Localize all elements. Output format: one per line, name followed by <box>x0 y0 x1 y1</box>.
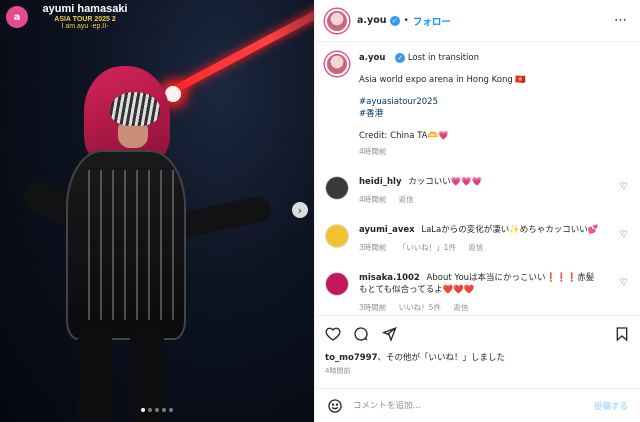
post-timestamp[interactable]: 4時間前 <box>315 363 640 376</box>
comment-avatar[interactable] <box>325 176 349 200</box>
carousel-indicators <box>0 408 314 412</box>
comment-item: ayumi_avex LaLaからの変化が凄い✨めちゃカッコいい💕 3時間前 「… <box>325 224 628 254</box>
comment-text: LaLaからの変化が凄い✨めちゃカッコいい💕 <box>421 225 599 235</box>
carousel-dot <box>141 408 145 412</box>
comment-meta: 3時間前 「いいね！」1件 返信 <box>359 242 599 254</box>
comment-text: カッコいい💗💗💗 <box>408 177 483 187</box>
comment-time[interactable]: 3時間前 <box>359 303 386 312</box>
carousel-dot <box>148 408 152 412</box>
tour-title-overlay: ayumi hamasaki ASIA TOUR 2025 2 I am ayu… <box>30 3 140 30</box>
caption-line-2: Asia world expo arena in Hong Kong 🇭🇰 <box>359 75 527 85</box>
comment-username[interactable]: heidi_hly <box>359 177 401 187</box>
comments-section[interactable]: a.you ✓ Lost in transition Asia world ex… <box>315 42 640 315</box>
comment-item: heidi_hly カッコいい💗💗💗 4時間前 返信 ♡ <box>325 176 628 206</box>
comment-likes[interactable]: 「いいね！」1件 <box>399 243 456 252</box>
comment-input[interactable] <box>353 400 594 411</box>
chevron-right-icon: › <box>297 203 303 217</box>
comment-username[interactable]: misaka.1002 <box>359 273 420 283</box>
reply-button[interactable]: 返信 <box>453 303 468 312</box>
add-comment-bar: 投稿する <box>315 388 640 422</box>
comment-body: ayumi_avex LaLaからの変化が凄い✨めちゃカッコいい💕 3時間前 「… <box>359 224 599 254</box>
carousel-dot <box>169 408 173 412</box>
follow-button[interactable]: フォロー <box>413 14 451 28</box>
caption-username[interactable]: a.you <box>359 53 385 63</box>
emoji-icon[interactable] <box>327 398 343 414</box>
carousel-dot <box>162 408 166 412</box>
heart-icon[interactable]: ♡ <box>620 278 628 288</box>
caption-avatar[interactable] <box>325 52 349 76</box>
caption-line-1: Lost in transition <box>407 53 480 63</box>
post-header: a.you ✓ • フォロー ⋯ <box>315 0 640 42</box>
next-slide-button[interactable]: › <box>292 202 308 218</box>
post-comment-button[interactable]: 投稿する <box>594 400 628 412</box>
comment-username[interactable]: ayumi_avex <box>359 225 415 235</box>
avatar[interactable] <box>325 8 349 33</box>
header-separator: • <box>403 15 409 26</box>
post-side-panel: a.you ✓ • フォロー ⋯ a.you ✓ Lost in transit… <box>314 0 640 422</box>
comment-meta: 3時間前 いいね！5件 返信 <box>359 302 599 314</box>
likes-summary: to_mo7997、その他が「いいね！」しました <box>315 351 640 363</box>
comment-body: misaka.1002 About Youは本当にかっこいい❗❗❗赤髪もとても似… <box>359 272 599 314</box>
verified-icon: ✓ <box>395 53 406 63</box>
more-options-icon[interactable]: ⋯ <box>614 13 628 28</box>
verified-icon: ✓ <box>389 15 400 26</box>
tour-title: ayumi hamasaki <box>42 3 128 15</box>
action-bar <box>315 315 640 351</box>
laser-beam <box>168 0 314 96</box>
liker-username[interactable]: to_mo7997 <box>325 353 378 363</box>
comment-meta: 4時間前 返信 <box>359 194 599 206</box>
heart-icon[interactable]: ♡ <box>620 230 628 240</box>
comment-body: heidi_hly カッコいい💗💗💗 4時間前 返信 <box>359 176 599 206</box>
heart-icon[interactable]: ♡ <box>620 182 628 192</box>
post-photo[interactable]: a ayumi hamasaki ASIA TOUR 2025 2 I am a… <box>0 0 314 422</box>
performer-mask <box>110 92 160 126</box>
carousel-dot <box>155 408 159 412</box>
share-icon[interactable] <box>381 326 397 342</box>
instagram-post: a ayumi hamasaki ASIA TOUR 2025 2 I am a… <box>0 0 640 422</box>
tour-subtitle: ASIA TOUR 2025 2 <box>54 15 116 23</box>
comment-icon[interactable] <box>353 326 369 342</box>
heart-icon[interactable] <box>325 326 341 342</box>
comment-likes[interactable]: いいね！5件 <box>399 303 441 312</box>
hashtag-link[interactable]: #香港 <box>359 108 526 120</box>
caption-credit: Credit: China TA🫶💗 <box>359 131 449 141</box>
comment-avatar[interactable] <box>325 272 349 296</box>
post-caption: a.you ✓ Lost in transition Asia world ex… <box>325 52 628 158</box>
header-username[interactable]: a.you <box>357 15 387 26</box>
comment-time[interactable]: 4時間前 <box>359 195 386 204</box>
likes-text: 、その他が「いいね！」しました <box>377 353 506 363</box>
performer-body <box>66 150 186 340</box>
caption-timestamp[interactable]: 4時間前 <box>359 146 526 158</box>
comment-item: misaka.1002 About Youは本当にかっこいい❗❗❗赤髪もとても似… <box>325 272 628 314</box>
reply-button[interactable]: 返信 <box>399 195 414 204</box>
caption-body: a.you ✓ Lost in transition Asia world ex… <box>359 52 526 158</box>
reply-button[interactable]: 返信 <box>468 243 483 252</box>
tour-tagline: I am ayu -ep.II- <box>61 22 109 30</box>
comment-time[interactable]: 3時間前 <box>359 243 386 252</box>
tour-logo: a <box>6 6 28 28</box>
hashtag-link[interactable]: #ayuasiatour2025 <box>359 96 526 108</box>
bookmark-icon[interactable] <box>614 326 630 342</box>
comment-avatar[interactable] <box>325 224 349 248</box>
